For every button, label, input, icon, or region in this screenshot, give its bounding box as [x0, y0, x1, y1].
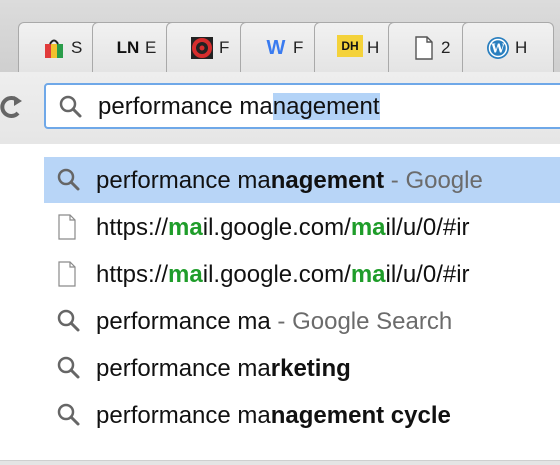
address-input[interactable]: performance management: [98, 93, 380, 121]
tab-title: E: [145, 38, 157, 57]
toolbar: performance management: [0, 72, 560, 144]
tab-title: F: [219, 38, 230, 57]
suggestion-row[interactable]: performance management cycle: [44, 392, 560, 438]
page-icon: [56, 261, 82, 287]
page-icon: [411, 35, 437, 61]
ln-logo-icon: LN: [116, 38, 140, 57]
colorful-bag-icon: [41, 35, 67, 61]
tab-title: H: [367, 38, 380, 57]
typed-text: performance ma: [98, 93, 273, 120]
search-icon: [56, 308, 82, 334]
dropdown-bottom-border: [0, 460, 560, 465]
dh-logo-icon: DH: [337, 35, 363, 57]
tab-title: F: [293, 38, 304, 57]
suggestion-row[interactable]: https://mail.google.com/mail/u/0/#ir: [44, 204, 560, 250]
search-icon: [56, 355, 82, 381]
omnibox-suggestions: performance management - Google https://…: [0, 144, 560, 464]
suggestion-text: performance ma - Google Search: [96, 308, 453, 335]
suggestion-row[interactable]: performance management - Google: [44, 157, 560, 203]
wordpress-icon: W: [485, 35, 511, 61]
tab-strip: S LN E F W F DH H 2 W H: [0, 0, 560, 73]
tab-title: S: [71, 38, 83, 57]
tab-title: 2: [441, 38, 451, 57]
suggestion-row[interactable]: performance marketing: [44, 345, 560, 391]
address-bar[interactable]: performance management: [44, 83, 560, 129]
suggestion-row[interactable]: performance ma - Google Search: [44, 298, 560, 344]
suggestion-url: https://mail.google.com/mail/u/0/#ir: [96, 261, 470, 288]
suggestion-text: performance management cycle: [96, 402, 451, 429]
suggestion-text: performance management - Google: [96, 167, 483, 194]
search-icon: [56, 167, 82, 193]
search-icon: [58, 94, 84, 120]
svg-text:W: W: [490, 42, 505, 56]
tab-title: H: [515, 38, 528, 57]
suggestion-text: performance marketing: [96, 355, 351, 382]
swirl-icon: [189, 35, 215, 61]
page-icon: [56, 214, 82, 240]
suggestion-url: https://mail.google.com/mail/u/0/#ir: [96, 214, 470, 241]
suggestion-row[interactable]: https://mail.google.com/mail/u/0/#ir: [44, 251, 560, 297]
tab-7[interactable]: W H: [462, 22, 554, 72]
reload-icon[interactable]: [0, 92, 24, 122]
w-logo-icon: W: [266, 36, 286, 59]
search-icon: [56, 402, 82, 428]
autocomplete-selection: nagement: [272, 93, 380, 120]
